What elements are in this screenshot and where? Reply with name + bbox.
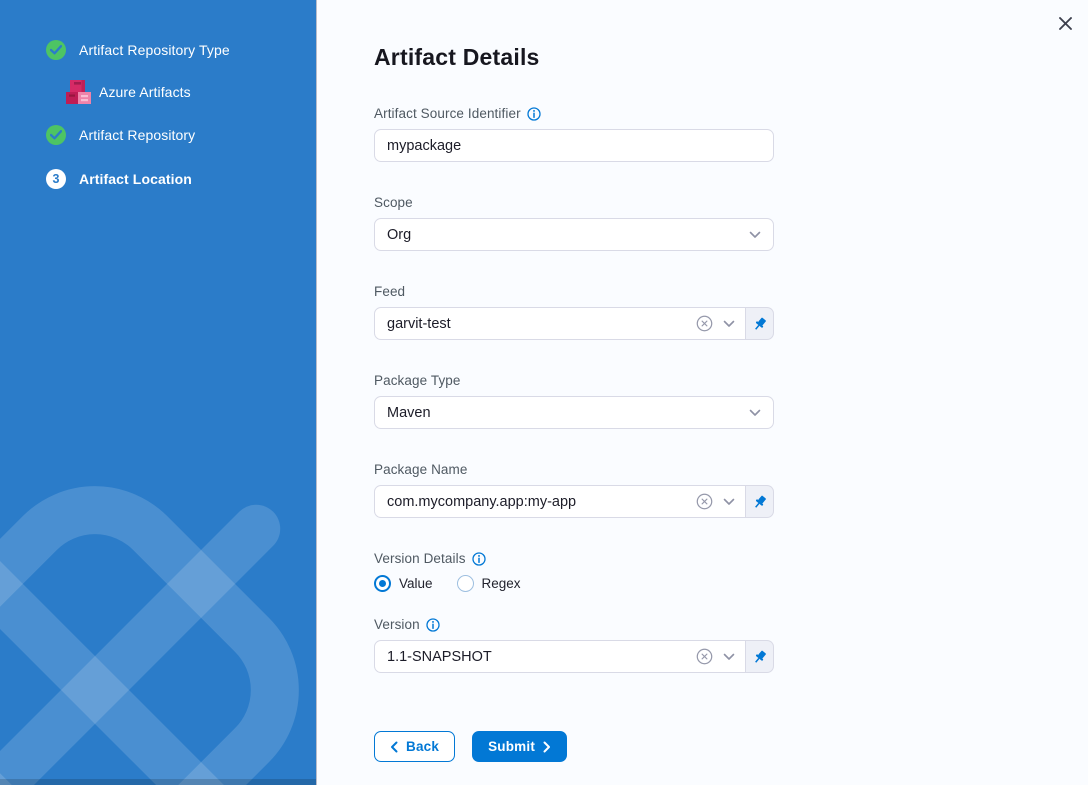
chevron-down-icon: [749, 409, 761, 417]
package-name-input[interactable]: com.mycompany.app:my-app: [374, 485, 746, 518]
radio-label: Regex: [482, 576, 521, 591]
azure-artifacts-icon: [63, 77, 93, 107]
artifact-source-identifier-input[interactable]: [374, 129, 774, 162]
fixed-value-pin-button[interactable]: [746, 640, 774, 673]
close-icon: [1058, 16, 1073, 31]
field-label: Package Name: [374, 462, 468, 477]
wizard-steps: Artifact Repository Type Azure Ar: [0, 0, 316, 189]
feed-value: garvit-test: [387, 316, 686, 332]
field-version-details: Version Details Value Regex: [374, 550, 774, 592]
scope-selected-value: Org: [387, 227, 749, 243]
scope-select[interactable]: Org: [374, 218, 774, 251]
field-label: Version: [374, 617, 420, 632]
field-feed: Feed garvit-test: [374, 283, 774, 340]
submit-button[interactable]: Submit: [472, 731, 567, 762]
field-artifact-source-identifier: Artifact Source Identifier: [374, 105, 774, 162]
sidebar-item-azure-artifacts[interactable]: Azure Artifacts: [63, 75, 316, 108]
step-label: Artifact Repository Type: [79, 42, 230, 58]
step-artifact-repository-type[interactable]: Artifact Repository Type: [46, 40, 316, 60]
step-label: Artifact Repository: [79, 127, 195, 143]
fixed-value-pin-button[interactable]: [746, 485, 774, 518]
chevron-right-icon: [543, 741, 551, 753]
field-label: Version Details: [374, 551, 466, 566]
artifact-details-panel: Artifact Details Artifact Source Identif…: [316, 0, 1088, 785]
field-label: Artifact Source Identifier: [374, 106, 521, 121]
clear-icon[interactable]: [695, 314, 714, 333]
package-name-combobox: com.mycompany.app:my-app: [374, 485, 774, 518]
field-label: Package Type: [374, 373, 461, 388]
info-icon[interactable]: [527, 107, 541, 121]
artifact-wizard-modal: Artifact Repository Type Azure Ar: [0, 0, 1088, 785]
radio-label: Value: [399, 576, 433, 591]
feed-combobox: garvit-test: [374, 307, 774, 340]
field-version: Version 1.1-SNAPSHOT: [374, 616, 774, 673]
step-complete-check-icon: [46, 40, 66, 60]
submit-button-label: Submit: [488, 739, 535, 754]
fixed-value-pin-button[interactable]: [746, 307, 774, 340]
step-number-badge: 3: [46, 169, 66, 189]
radio-unselected-icon: [457, 575, 474, 592]
radio-selected-icon: [374, 575, 391, 592]
package-name-value: com.mycompany.app:my-app: [387, 494, 686, 510]
radio-option-value[interactable]: Value: [374, 575, 433, 592]
chevron-down-icon[interactable]: [723, 653, 735, 661]
field-package-name: Package Name com.mycompany.app:my-app: [374, 461, 774, 518]
pin-icon: [752, 494, 768, 510]
pin-icon: [752, 649, 768, 665]
step-label: Artifact Location: [79, 171, 192, 187]
chevron-down-icon[interactable]: [723, 498, 735, 506]
package-type-select[interactable]: Maven: [374, 396, 774, 429]
radio-option-regex[interactable]: Regex: [457, 575, 521, 592]
version-input[interactable]: 1.1-SNAPSHOT: [374, 640, 746, 673]
info-icon[interactable]: [426, 618, 440, 632]
repo-type-label: Azure Artifacts: [99, 84, 191, 100]
chevron-down-icon[interactable]: [723, 320, 735, 328]
version-value: 1.1-SNAPSHOT: [387, 649, 686, 665]
field-scope: Scope Org: [374, 194, 774, 251]
field-label: Feed: [374, 284, 405, 299]
info-icon[interactable]: [472, 552, 486, 566]
back-button-label: Back: [406, 739, 439, 754]
back-button[interactable]: Back: [374, 731, 455, 762]
step-artifact-repository[interactable]: Artifact Repository: [46, 125, 316, 145]
wizard-sidebar: Artifact Repository Type Azure Ar: [0, 0, 316, 785]
wizard-actions: Back Submit: [374, 731, 1088, 762]
chevron-down-icon: [749, 231, 761, 239]
field-package-type: Package Type Maven: [374, 372, 774, 429]
version-combobox: 1.1-SNAPSHOT: [374, 640, 774, 673]
sidebar-bottom-strip: [0, 779, 316, 785]
step-complete-check-icon: [46, 125, 66, 145]
field-label: Scope: [374, 195, 413, 210]
package-type-selected-value: Maven: [387, 405, 749, 421]
chevron-left-icon: [390, 741, 398, 753]
version-details-radio-group: Value Regex: [374, 574, 774, 592]
pin-icon: [752, 316, 768, 332]
feed-input[interactable]: garvit-test: [374, 307, 746, 340]
clear-icon[interactable]: [695, 647, 714, 666]
page-title: Artifact Details: [374, 44, 1088, 71]
close-button[interactable]: [1054, 12, 1076, 34]
clear-icon[interactable]: [695, 492, 714, 511]
step-artifact-location[interactable]: 3 Artifact Location: [46, 169, 316, 189]
